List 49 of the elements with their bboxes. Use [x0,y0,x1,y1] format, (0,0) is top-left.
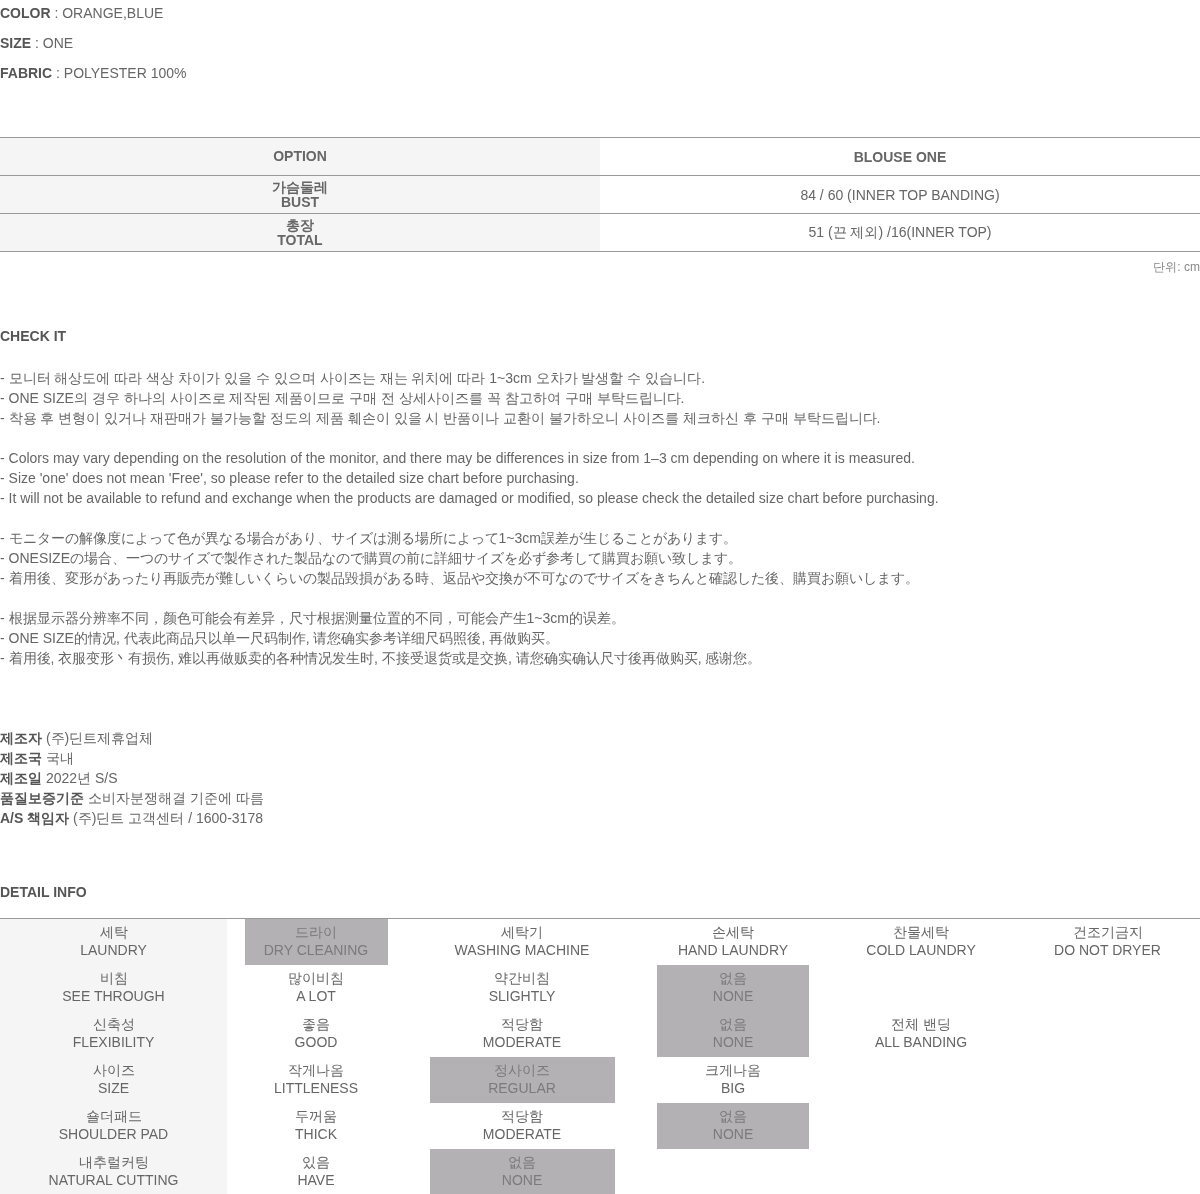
table-cell-text: 51 (끈 제외) /16(INNER TOP) [807,222,993,242]
notice-line: - ONE SIZE의 경우 하나의 사이즈로 제작된 제품이므로 구매 전 상세사이즈를 꼭 참고하여 구매 부탁드립니다. [0,389,686,408]
notice-line: - Size 'one' does not mean 'Free', so please refer to the detailed size chart before purchasing. [0,469,580,488]
table-row-header: 총장 TOTAL [0,214,600,251]
detail-option: 두꺼움 THICK [244,1103,388,1149]
spec-line: SIZE : ONE [0,35,75,51]
section-title: CHECK IT [0,328,68,344]
detail-option: 손세탁 HAND LAUNDRY [657,919,809,965]
spec-line: COLOR : ORANGE,BLUE [0,5,165,21]
table-header: BLOUSE ONE [852,147,948,167]
maker-info-line: 제조일 2022년 S/S [0,769,119,788]
notice-line: - 모니터 해상도에 따라 색상 차이가 있을 수 있으며 사이즈는 재는 위치에 따라 1~3cm 오차가 발생할 수 있습니다. [0,369,707,388]
notice-line: - 根据显示器分辨率不同，颜色可能会有差异，尺寸根据测量位置的不同，可能会产生1~3cm的误差。 [0,609,626,628]
unit-note: 단위: cm [1153,260,1200,274]
detail-option: 좋음 GOOD [244,1011,388,1057]
detail-row-header: 신축성 FLEXIBILITY [0,1011,227,1057]
maker-info-line: 제조자 (주)딘트제휴업체 [0,729,155,748]
detail-option: 많이비침 A LOT [244,965,388,1011]
detail-row-header: 숄더패드 SHOULDER PAD [0,1103,227,1149]
notice-line: - It will not be available to refund and exchange when the products are damaged or modified, so please check the detailed size chart before purchasing. [0,489,940,508]
notice-line: - ONE SIZE的情况, 代表此商品只以单一尺码制作, 请您确实参考详细尺码照後, 再做购买。 [0,629,561,648]
detail-option: 있음 HAVE [244,1149,388,1194]
spec-line: FABRIC : POLYESTER 100% [0,65,188,81]
notice-line: - 着用後、変形があったり再販売が難しいくらいの製品毀損がある時、返品や交換が不可なのでサイズをきちんと確認した後、購買お願いします。 [0,569,920,588]
notice-line: - Colors may vary depending on the resolution of the monitor, and there may be differences in size from 1–3 cm depending on where it is measured. [0,449,916,468]
maker-info-line: 품질보증기준 소비자분쟁해결 기준에 따름 [0,789,265,808]
notice-line: - ONESIZEの場合、一つのサイズで製作された製品なので購買の前に詳細サイズを必ず参考して購買お願い致します。 [0,549,743,568]
detail-option: 세탁기 WASHING MACHINE [429,919,615,965]
detail-option: 찬물세탁 COLD LAUNDRY [827,919,1015,965]
table-cell-text: 84 / 60 (INNER TOP BANDING) [799,185,1001,205]
detail-row-header: 사이즈 SIZE [0,1057,227,1103]
maker-info-line: A/S 책임자 (주)딘트 고객센터 / 1600-3178 [0,809,264,828]
detail-option: 건조기금지 DO NOT DRYER [1015,919,1200,965]
detail-option: 전체 밴딩 ALL BANDING [827,1011,1015,1057]
table-header: OPTION [0,138,600,175]
table-row-header: 가슴둘레 BUST [0,176,600,213]
detail-option: 적당함 MODERATE [429,1011,615,1057]
notice-line: - 착용 후 변형이 있거나 재판매가 불가능할 정도의 제품 훼손이 있을 시 반품이나 교환이 불가하오니 사이즈를 체크하신 후 구매 부탁드립니다. [0,409,882,428]
detail-row-header: 내추럴커팅 NATURAL CUTTING [0,1149,227,1194]
notice-line: - 着用後, 衣服变形丶有损伤, 难以再做贩卖的各种情况发生时, 不接受退货或是交换, 请您确实确认尺寸後再做购买, 感谢您。 [0,649,763,668]
notice-line: - モニターの解像度によって色が異なる場合があり、サイズは測る場所によって1~3cm誤差が生じることがあります。 [0,529,738,548]
maker-info-line: 제조국 국내 [0,749,75,768]
detail-row-header: 비침 SEE THROUGH [0,965,227,1011]
detail-option: 적당함 MODERATE [429,1103,615,1149]
detail-row-header: 세탁 LAUNDRY [0,919,227,965]
detail-option: 작게나옴 LITTLENESS [244,1057,388,1103]
section-title: DETAIL INFO [0,884,88,900]
detail-option: 크게나옴 BIG [657,1057,809,1103]
detail-option: 약간비침 SLIGHTLY [429,965,615,1011]
